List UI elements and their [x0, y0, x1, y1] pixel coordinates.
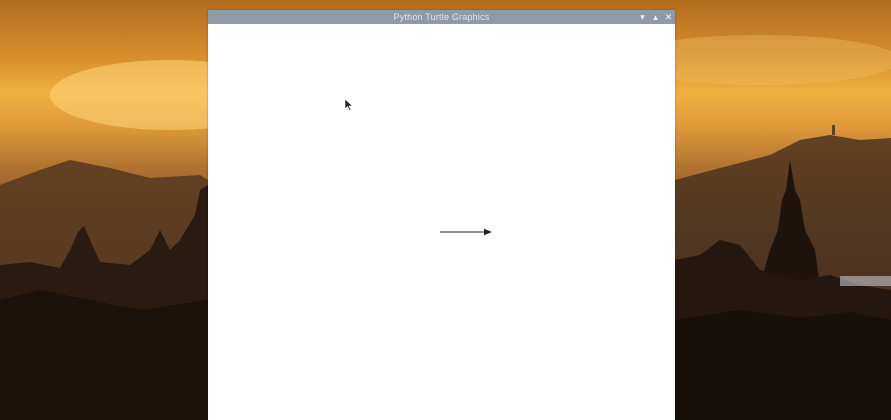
mouse-pointer-icon [344, 98, 354, 111]
turtle-window: Python Turtle Graphics ▾ ▴ ✕ [208, 10, 675, 420]
minimize-button[interactable]: ▾ [638, 12, 647, 22]
window-titlebar[interactable]: Python Turtle Graphics ▾ ▴ ✕ [208, 10, 675, 24]
close-button[interactable]: ✕ [664, 12, 673, 22]
turtle-arrow-icon [440, 228, 492, 236]
maximize-button[interactable]: ▴ [651, 12, 660, 22]
turtle-canvas[interactable] [208, 24, 675, 420]
window-title: Python Turtle Graphics [393, 12, 490, 22]
